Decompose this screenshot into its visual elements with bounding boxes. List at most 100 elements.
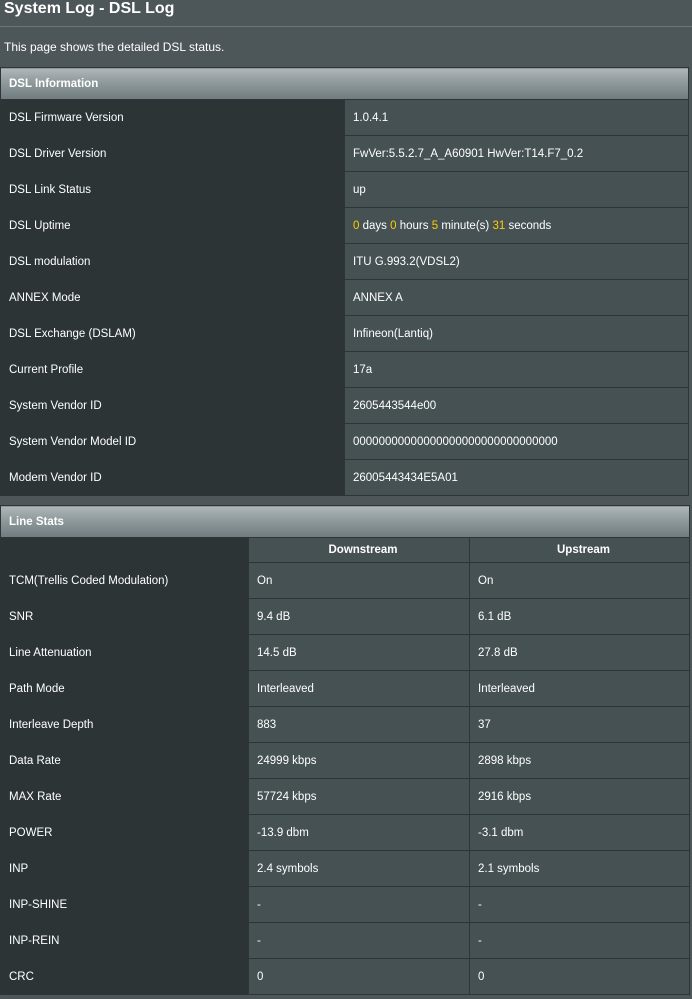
driver-version-value: FwVer:5.5.2.7_A_A60901 HwVer:T14.F7_0.2 bbox=[344, 135, 689, 172]
uptime-hours: 0 bbox=[390, 219, 397, 232]
uptime-days-unit: days bbox=[362, 219, 387, 232]
table-row: System Vendor Model ID 00000000000000000… bbox=[0, 423, 689, 460]
max-rate-label: MAX Rate bbox=[0, 778, 249, 815]
inp-rein-downstream: - bbox=[248, 922, 470, 959]
tcm-label: TCM(Trellis Coded Modulation) bbox=[0, 562, 249, 599]
interleave-depth-downstream: 883 bbox=[248, 706, 470, 743]
uptime-hours-unit: hours bbox=[399, 219, 429, 232]
uptime-minutes: 5 bbox=[431, 219, 439, 232]
dsl-information-header: DSL Information bbox=[0, 67, 689, 100]
driver-version-label: DSL Driver Version bbox=[0, 135, 345, 172]
table-row: System Vendor ID 2605443544e00 bbox=[0, 387, 689, 424]
line-stats-table: Line Stats Downstream Upstream TCM(Trell… bbox=[0, 505, 691, 995]
modem-vendor-id-value: 26005443434E5A01 bbox=[344, 459, 689, 496]
uptime-days: 0 bbox=[353, 219, 360, 232]
dslam-label: DSL Exchange (DSLAM) bbox=[0, 315, 345, 352]
column-header-row: Downstream Upstream bbox=[0, 537, 691, 563]
modulation-label: DSL modulation bbox=[0, 243, 345, 280]
uptime-seconds: 31 bbox=[492, 219, 506, 232]
table-row: Line Attenuation 14.5 dB 27.8 dB bbox=[0, 634, 691, 671]
path-mode-label: Path Mode bbox=[0, 670, 249, 707]
system-vendor-id-value: 2605443544e00 bbox=[344, 387, 689, 424]
modem-vendor-id-label: Modem Vendor ID bbox=[0, 459, 345, 496]
crc-label: CRC bbox=[0, 958, 249, 995]
power-downstream: -13.9 dbm bbox=[248, 814, 470, 851]
link-status-label: DSL Link Status bbox=[0, 171, 345, 208]
line-stats-header: Line Stats bbox=[0, 505, 691, 538]
table-row: MAX Rate 57724 kbps 2916 kbps bbox=[0, 778, 691, 815]
table-row: DSL Link Status up bbox=[0, 171, 689, 208]
inp-downstream: 2.4 symbols bbox=[248, 850, 470, 887]
line-attenuation-label: Line Attenuation bbox=[0, 634, 249, 671]
page-title: System Log - DSL Log bbox=[4, 0, 175, 17]
crc-downstream: 0 bbox=[248, 958, 470, 995]
annex-mode-label: ANNEX Mode bbox=[0, 279, 345, 316]
dslam-value: Infineon(Lantiq) bbox=[344, 315, 689, 352]
snr-label: SNR bbox=[0, 598, 249, 635]
data-rate-label: Data Rate bbox=[0, 742, 249, 779]
inp-shine-label: INP-SHINE bbox=[0, 886, 249, 923]
table-row: DSL Uptime 0 days 0 hours 5 minute(s) 31… bbox=[0, 207, 689, 244]
table-row: CRC 0 0 bbox=[0, 958, 691, 995]
column-header-upstream: Upstream bbox=[468, 537, 691, 563]
interleave-depth-upstream: 37 bbox=[468, 706, 691, 743]
uptime-minutes-unit: minute(s) bbox=[441, 219, 490, 232]
power-upstream: -3.1 dbm bbox=[468, 814, 691, 851]
snr-upstream: 6.1 dB bbox=[468, 598, 691, 635]
path-mode-upstream: Interleaved bbox=[468, 670, 691, 707]
path-mode-downstream: Interleaved bbox=[248, 670, 470, 707]
data-rate-downstream: 24999 kbps bbox=[248, 742, 470, 779]
dsl-information-header-row: DSL Information bbox=[0, 67, 689, 100]
annex-mode-value: ANNEX A bbox=[344, 279, 689, 316]
system-vendor-id-label: System Vendor ID bbox=[0, 387, 345, 424]
table-row: ANNEX Mode ANNEX A bbox=[0, 279, 689, 316]
tcm-downstream: On bbox=[248, 562, 470, 599]
inp-upstream: 2.1 symbols bbox=[468, 850, 691, 887]
page-description: This page shows the detailed DSL status. bbox=[4, 40, 225, 54]
table-row: Interleave Depth 883 37 bbox=[0, 706, 691, 743]
inp-rein-upstream: - bbox=[468, 922, 691, 959]
table-row: Data Rate 24999 kbps 2898 kbps bbox=[0, 742, 691, 779]
title-divider bbox=[0, 26, 692, 27]
tcm-upstream: On bbox=[468, 562, 691, 599]
column-header-downstream: Downstream bbox=[248, 537, 470, 563]
snr-downstream: 9.4 dB bbox=[248, 598, 470, 635]
table-row: POWER -13.9 dbm -3.1 dbm bbox=[0, 814, 691, 851]
table-row: Modem Vendor ID 26005443434E5A01 bbox=[0, 459, 689, 496]
crc-upstream: 0 bbox=[468, 958, 691, 995]
table-row: INP-SHINE - - bbox=[0, 886, 691, 923]
data-rate-upstream: 2898 kbps bbox=[468, 742, 691, 779]
uptime-seconds-unit: seconds bbox=[508, 219, 552, 232]
table-row: DSL Driver Version FwVer:5.5.2.7_A_A6090… bbox=[0, 135, 689, 172]
line-attenuation-upstream: 27.8 dB bbox=[468, 634, 691, 671]
line-stats-header-row: Line Stats bbox=[0, 505, 691, 538]
line-attenuation-downstream: 14.5 dB bbox=[248, 634, 470, 671]
link-status-value: up bbox=[344, 171, 689, 208]
system-vendor-model-id-label: System Vendor Model ID bbox=[0, 423, 345, 460]
current-profile-label: Current Profile bbox=[0, 351, 345, 388]
system-vendor-model-id-value: 00000000000000000000000000000000 bbox=[344, 423, 689, 460]
modulation-value: ITU G.993.2(VDSL2) bbox=[344, 243, 689, 280]
inp-label: INP bbox=[0, 850, 249, 887]
firmware-version-label: DSL Firmware Version bbox=[0, 99, 345, 136]
uptime-label: DSL Uptime bbox=[0, 207, 345, 244]
table-row: INP-REIN - - bbox=[0, 922, 691, 959]
firmware-version-value: 1.0.4.1 bbox=[344, 99, 689, 136]
table-row: TCM(Trellis Coded Modulation) On On bbox=[0, 562, 691, 599]
power-label: POWER bbox=[0, 814, 249, 851]
interleave-depth-label: Interleave Depth bbox=[0, 706, 249, 743]
table-row: Current Profile 17a bbox=[0, 351, 689, 388]
table-row: DSL modulation ITU G.993.2(VDSL2) bbox=[0, 243, 689, 280]
column-header-blank bbox=[0, 537, 249, 563]
current-profile-value: 17a bbox=[344, 351, 689, 388]
table-row: Path Mode Interleaved Interleaved bbox=[0, 670, 691, 707]
table-row: SNR 9.4 dB 6.1 dB bbox=[0, 598, 691, 635]
table-row: INP 2.4 symbols 2.1 symbols bbox=[0, 850, 691, 887]
table-row: DSL Exchange (DSLAM) Infineon(Lantiq) bbox=[0, 315, 689, 352]
max-rate-upstream: 2916 kbps bbox=[468, 778, 691, 815]
inp-rein-label: INP-REIN bbox=[0, 922, 249, 959]
dsl-information-table: DSL Information DSL Firmware Version 1.0… bbox=[0, 67, 689, 496]
dsl-log-page: System Log - DSL Log This page shows the… bbox=[0, 0, 692, 999]
max-rate-downstream: 57724 kbps bbox=[248, 778, 470, 815]
inp-shine-downstream: - bbox=[248, 886, 470, 923]
